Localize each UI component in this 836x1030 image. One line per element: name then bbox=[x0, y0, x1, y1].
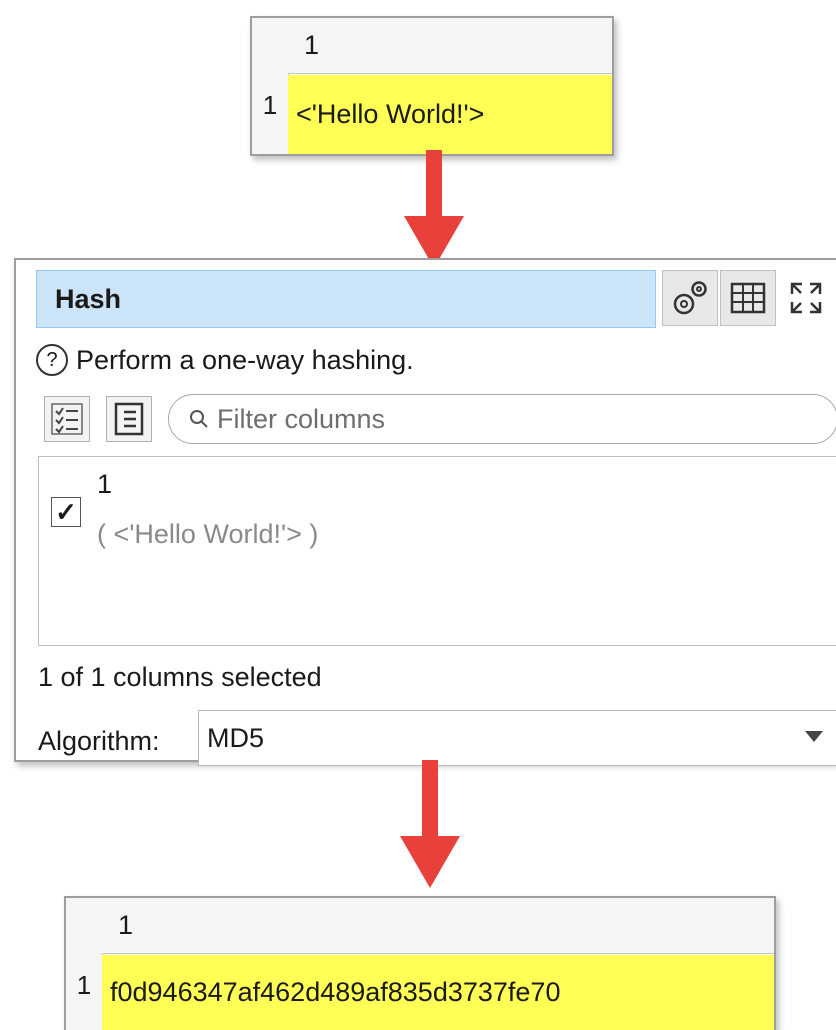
filter-columns-input[interactable]: Filter columns bbox=[168, 394, 836, 444]
column-header[interactable]: 1 bbox=[288, 18, 612, 74]
chevron-down-icon bbox=[805, 731, 823, 742]
maximize-button[interactable] bbox=[778, 270, 834, 326]
row-header-gutter bbox=[252, 18, 289, 154]
column-checkbox[interactable]: ✓ bbox=[51, 497, 81, 527]
down-arrow-icon bbox=[400, 760, 460, 888]
column-header[interactable]: 1 bbox=[102, 898, 774, 954]
column-header-label: 1 bbox=[118, 910, 134, 940]
column-sample-value: ( <'Hello World!'> ) bbox=[97, 519, 319, 549]
column-name: 1 bbox=[97, 469, 113, 499]
help-icon[interactable]: ? bbox=[36, 344, 68, 376]
options-gear-button[interactable] bbox=[662, 270, 718, 326]
gears-icon bbox=[673, 281, 707, 315]
algorithm-label: Algorithm: bbox=[38, 726, 160, 756]
filter-placeholder: Filter columns bbox=[217, 403, 386, 434]
down-arrow-icon bbox=[404, 150, 464, 268]
data-table-button[interactable] bbox=[720, 270, 776, 326]
hash-transform-panel: Hash ? Perform a one-way hashing. Filter… bbox=[14, 258, 836, 766]
column-header-label: 1 bbox=[304, 30, 320, 60]
maximize-icon bbox=[790, 282, 822, 314]
list-view-button[interactable] bbox=[106, 396, 152, 442]
description-text: Perform a one-way hashing. bbox=[76, 344, 414, 375]
selection-status: 1 of 1 columns selected bbox=[38, 662, 322, 692]
search-icon bbox=[190, 410, 208, 428]
output-table: 1 1 f0d946347af462d489af835d3737fe70 bbox=[64, 896, 776, 1030]
algorithm-value: MD5 bbox=[207, 722, 265, 753]
panel-title-label: Hash bbox=[55, 283, 122, 314]
input-cell[interactable]: <'Hello World!'> bbox=[288, 75, 612, 154]
checklist-icon bbox=[51, 403, 83, 435]
hashed-output-cell[interactable]: f0d946347af462d489af835d3737fe70 bbox=[102, 955, 774, 1030]
row-number: 1 bbox=[262, 90, 278, 120]
algorithm-select[interactable]: MD5 bbox=[198, 710, 836, 766]
description: ? Perform a one-way hashing. bbox=[36, 344, 414, 376]
row-number: 1 bbox=[76, 970, 92, 1000]
list-icon bbox=[114, 402, 144, 436]
row-header-gutter bbox=[66, 898, 103, 1030]
select-all-button[interactable] bbox=[44, 396, 90, 442]
panel-title: Hash bbox=[36, 270, 656, 328]
column-list: ✓ 1 ( <'Hello World!'> ) bbox=[38, 456, 836, 646]
input-table: 1 1 <'Hello World!'> bbox=[250, 16, 614, 156]
table-icon bbox=[730, 282, 766, 314]
